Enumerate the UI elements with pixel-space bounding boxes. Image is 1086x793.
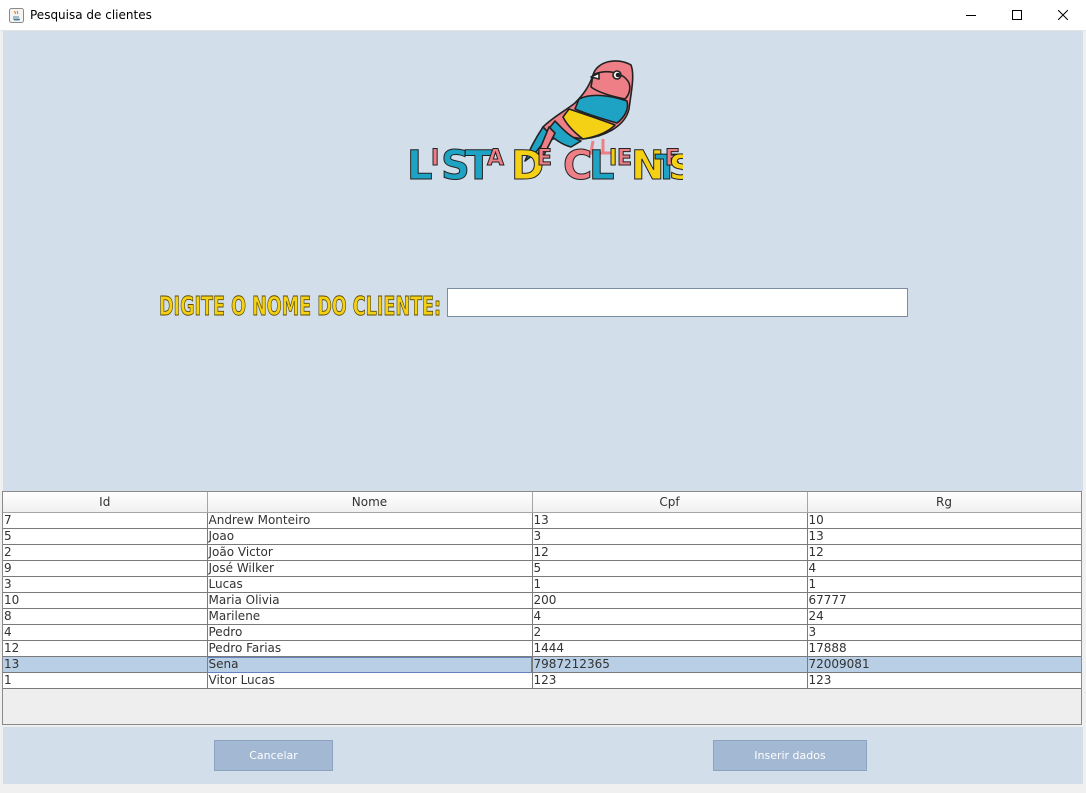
table-body: 7 Andrew Monteiro 13 10 5 Joao 3 13 2 João Victor…: [3, 512, 1081, 689]
cell-id[interactable]: 9: [3, 560, 208, 577]
cell-cpf[interactable]: 1: [532, 576, 808, 593]
lista-de-clientes-logo: L I S T A D E C L I E N T E S: [407, 60, 684, 189]
column-header-nome[interactable]: Nome: [207, 492, 533, 513]
search-panel: L I S T A D E C L I E N T E S DIGITE O N…: [3, 31, 1083, 491]
svg-text:E: E: [617, 146, 632, 171]
cell-rg[interactable]: 72009081: [807, 656, 1081, 673]
cell-cpf[interactable]: 200: [532, 592, 808, 609]
cell-nome[interactable]: José Wilker: [207, 560, 533, 577]
button-panel: Cancelar Inserir dados: [3, 727, 1083, 784]
close-icon: [1058, 10, 1068, 20]
cell-rg[interactable]: 24: [807, 608, 1081, 625]
table-row[interactable]: 4 Pedro 2 3: [3, 624, 1081, 641]
cell-nome[interactable]: Sena: [207, 656, 533, 673]
table-row[interactable]: 9 José Wilker 5 4: [3, 560, 1081, 577]
cell-rg[interactable]: 1: [807, 576, 1081, 593]
close-button[interactable]: [1040, 0, 1086, 31]
cell-cpf[interactable]: 4: [532, 608, 808, 625]
cell-id[interactable]: 13: [3, 656, 208, 673]
cell-nome[interactable]: Andrew Monteiro: [207, 512, 533, 529]
cell-nome[interactable]: João Victor: [207, 544, 533, 561]
cell-rg[interactable]: 17888: [807, 640, 1081, 657]
cancel-button[interactable]: Cancelar: [214, 740, 333, 771]
window-bottom-edge: [0, 784, 1086, 793]
cell-rg[interactable]: 12: [807, 544, 1081, 561]
cell-id[interactable]: 3: [3, 576, 208, 593]
cell-rg[interactable]: 13: [807, 528, 1081, 545]
cell-id[interactable]: 8: [3, 608, 208, 625]
client-name-search-input[interactable]: [447, 288, 908, 317]
cell-cpf[interactable]: 3: [532, 528, 808, 545]
search-label: DIGITE O NOME DO CLIENTE:: [159, 292, 441, 323]
svg-text:E: E: [537, 146, 552, 171]
cell-id[interactable]: 2: [3, 544, 208, 561]
cell-nome[interactable]: Maria Olivia: [207, 592, 533, 609]
java-app-icon: [9, 8, 24, 23]
cell-nome[interactable]: Joao: [207, 528, 533, 545]
svg-text:A: A: [487, 146, 504, 171]
column-header-id[interactable]: Id: [3, 492, 208, 513]
cell-id[interactable]: 5: [3, 528, 208, 545]
search-label-text: DIGITE O NOME DO CLIENTE:: [159, 292, 441, 322]
column-header-rg[interactable]: Rg: [807, 492, 1081, 513]
window-titlebar: Pesquisa de clientes: [0, 0, 1086, 31]
maximize-icon: [1012, 10, 1022, 20]
insert-data-button[interactable]: Inserir dados: [713, 740, 867, 771]
cell-cpf[interactable]: 12: [532, 544, 808, 561]
cell-cpf[interactable]: 13: [532, 512, 808, 529]
cell-id[interactable]: 7: [3, 512, 208, 529]
svg-text:S: S: [669, 148, 683, 188]
cell-id[interactable]: 1: [3, 672, 208, 689]
column-header-cpf[interactable]: Cpf: [532, 492, 808, 513]
logo-lettering: L I S T A D E C L I E N T E S: [407, 143, 684, 189]
cell-nome[interactable]: Pedro Farias: [207, 640, 533, 657]
cell-id[interactable]: 4: [3, 624, 208, 641]
table-row[interactable]: 2 João Victor 12 12: [3, 544, 1081, 561]
cell-cpf[interactable]: 5: [532, 560, 808, 577]
table-row[interactable]: 5 Joao 3 13: [3, 528, 1081, 545]
minimize-icon: [966, 15, 976, 16]
cell-nome[interactable]: Pedro: [207, 624, 533, 641]
table-header-row: Id Nome Cpf Rg: [3, 492, 1081, 513]
cell-id[interactable]: 12: [3, 640, 208, 657]
cell-rg[interactable]: 4: [807, 560, 1081, 577]
svg-text:L: L: [407, 143, 433, 188]
window-title: Pesquisa de clientes: [30, 8, 152, 22]
minimize-button[interactable]: [948, 0, 994, 31]
cell-rg[interactable]: 3: [807, 624, 1081, 641]
clients-table: Id Nome Cpf Rg 7 Andrew Monteiro 13 10 5 Joao…: [3, 492, 1081, 689]
cell-nome[interactable]: Marilene: [207, 608, 533, 625]
table-row[interactable]: 1 Vitor Lucas 123 123: [3, 672, 1081, 689]
svg-text:I: I: [431, 146, 439, 171]
table-row[interactable]: 10 Maria Olivia 200 67777: [3, 592, 1081, 609]
table-row[interactable]: 12 Pedro Farias 1444 17888: [3, 640, 1081, 657]
table-row[interactable]: 3 Lucas 1 1: [3, 576, 1081, 593]
svg-text:I: I: [609, 146, 617, 171]
cell-rg[interactable]: 10: [807, 512, 1081, 529]
clients-table-scrollpane[interactable]: Id Nome Cpf Rg 7 Andrew Monteiro 13 10 5 Joao…: [2, 491, 1082, 725]
svg-text:C: C: [563, 143, 592, 188]
cell-rg[interactable]: 67777: [807, 592, 1081, 609]
cell-rg[interactable]: 123: [807, 672, 1081, 689]
table-row[interactable]: 13 Sena 7987212365 72009081: [3, 656, 1081, 673]
cell-cpf[interactable]: 7987212365: [532, 656, 808, 673]
cell-nome[interactable]: Vitor Lucas: [207, 672, 533, 689]
cell-nome[interactable]: Lucas: [207, 576, 533, 593]
cell-cpf[interactable]: 123: [532, 672, 808, 689]
cell-cpf[interactable]: 1444: [532, 640, 808, 657]
table-row[interactable]: 7 Andrew Monteiro 13 10: [3, 512, 1081, 529]
cell-cpf[interactable]: 2: [532, 624, 808, 641]
cell-id[interactable]: 10: [3, 592, 208, 609]
table-row[interactable]: 8 Marilene 4 24: [3, 608, 1081, 625]
maximize-button[interactable]: [994, 0, 1040, 31]
